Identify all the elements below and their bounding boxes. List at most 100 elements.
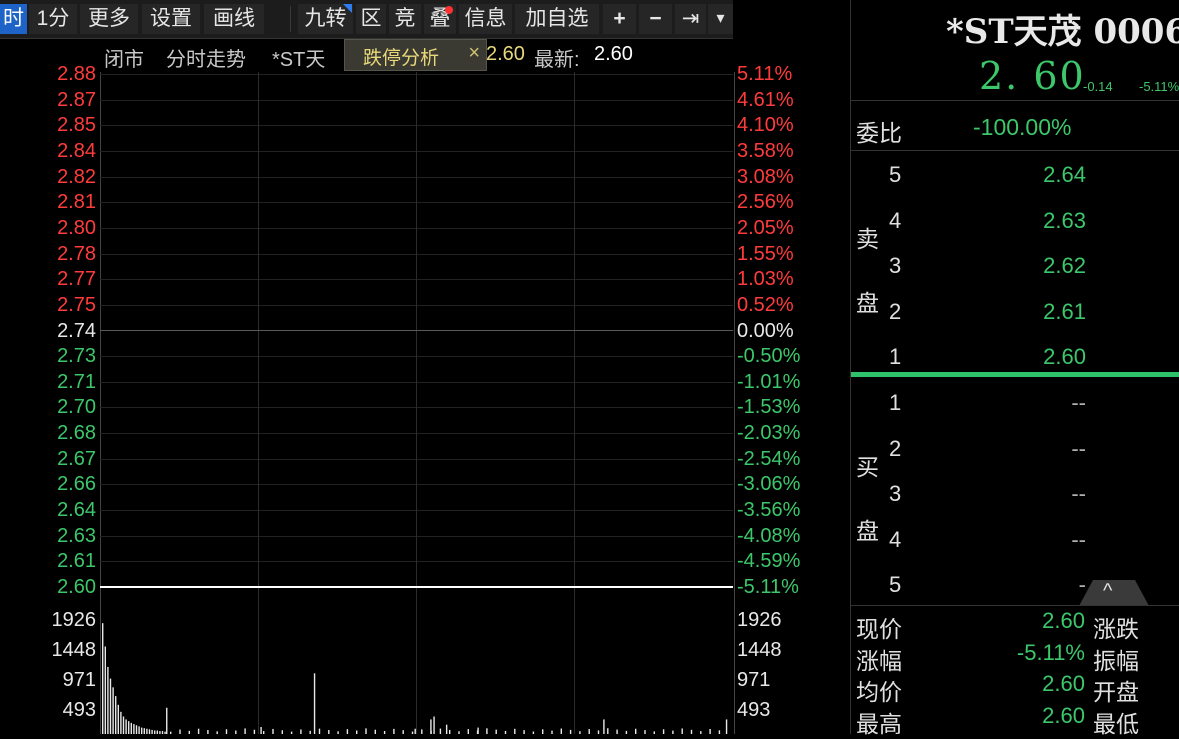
sell-level-price[interactable]: 2.60 [991,344,1086,370]
sell-level-number: 1 [889,344,902,369]
stat-label: 均价 [856,679,902,705]
volume-bar [117,704,119,734]
volume-bar [709,728,711,734]
buy-level-price[interactable]: - [991,572,1086,598]
volume-bar [346,729,349,734]
price-tick: 2.67 [57,447,96,470]
volume-bar [523,730,525,734]
sell-level-price[interactable]: 2.63 [991,208,1086,234]
volume-bar [112,687,114,734]
sell-level-price[interactable]: 2.62 [991,253,1086,279]
volume-bar [154,730,156,734]
stat-label-secondary: 最低 [1093,710,1139,737]
quote-panel: *ST天茂 00062 2. 60 -0.14 -5.11% 委比 -100.0… [850,0,1179,737]
price-tick: 2.87 [57,88,96,111]
volume-bar [260,727,262,734]
volume-bar [197,728,200,734]
sell-level-price[interactable]: 2.64 [991,162,1086,188]
auction-button[interactable]: 竞 [389,4,421,34]
volume-bar [681,728,683,734]
avg-price-value: 2.60 [486,43,525,65]
volume-bar [107,666,109,734]
price-tick: 2.71 [57,370,96,393]
volume-bar [486,728,488,734]
volume-bar [272,728,274,734]
more-button[interactable]: 更多 [80,4,138,34]
buy-level-price[interactable]: -- [991,527,1086,553]
price-tick: 2.88 [57,63,96,85]
percent-tick: -1.01% [737,370,801,393]
sell-level-price[interactable]: 2.61 [991,299,1086,325]
tab-intraday[interactable]: 时 [0,4,27,34]
price-tick: 2.63 [57,524,96,547]
price-change: -0.14 [1083,79,1113,94]
volume-bar [467,729,469,734]
buy-level-price[interactable]: -- [991,436,1086,462]
volume-bar [569,729,572,734]
volume-bar [690,729,693,734]
percent-tick: 2.05% [737,216,794,239]
volume-bar [725,719,728,734]
divider [851,150,1179,151]
volume-bar [514,728,516,734]
buy-level-price[interactable]: -- [991,481,1086,507]
tab-1min[interactable]: 1分 [29,4,77,34]
buy-level-number: 2 [889,435,902,461]
volume-bar [128,721,130,734]
volume-bar [449,729,451,734]
volume-chart [102,623,728,734]
volume-bar [179,729,181,734]
draw-line-button[interactable]: 画线 [204,4,264,34]
limit-down-analysis-popup[interactable]: 跌停分析 × [344,39,487,71]
stat-label: 现价 [856,616,902,642]
volume-bar [607,728,609,734]
zoom-out-button[interactable]: − [639,4,672,34]
percent-tick: 1.55% [737,242,794,265]
volume-bar [104,646,106,734]
previous-close-line [100,330,733,331]
buy-level-number: 5 [889,572,902,597]
divider [851,605,1179,606]
dropdown-icon[interactable]: ▾ [708,4,733,34]
volume-bar [495,729,497,734]
volume-tick: 971 [62,669,96,691]
volume-bar [300,729,302,734]
volume-bar [476,730,479,734]
add-watchlist-button[interactable]: 加自选 [515,4,599,34]
volume-bar [662,729,665,734]
volume-bar [166,707,168,734]
zoom-in-button[interactable]: + [603,4,636,34]
volume-bar [148,729,151,734]
volume-bar [253,729,256,734]
overlay-button[interactable]: 叠 [424,4,456,34]
volume-bar [328,729,330,734]
corner-flag-icon [343,4,352,13]
percent-tick: 5.11% [737,63,793,85]
collapse-tab[interactable]: ^ [1079,580,1149,606]
buy-level-price[interactable]: -- [991,390,1086,416]
percent-tick: 0.52% [737,293,794,316]
info-button[interactable]: 信息 [459,4,512,34]
settings-button[interactable]: 设置 [142,4,200,34]
price-tick: 2.81 [57,191,96,214]
volume-bar [143,728,145,734]
jump-end-icon[interactable]: ⇥ [675,4,706,34]
percent-tick: -5.11% [737,576,799,598]
sell-level-number: 4 [889,207,902,233]
percent-tick: -2.03% [737,422,801,445]
price-tick: 2.75 [57,293,96,316]
volume-bar [635,728,637,734]
volume-bar [156,730,158,734]
close-icon[interactable]: × [468,42,480,65]
percent-tick: -0.50% [737,345,801,368]
nine-turn-button[interactable]: 九转 [298,4,353,34]
price-tick: 2.61 [57,550,96,573]
toolbar-divider [290,6,291,32]
volume-tick: 1926 [51,609,97,631]
range-button[interactable]: 区 [356,4,386,34]
price-tick: 2.73 [57,345,96,368]
stat-value: 2.60 [1042,671,1085,696]
volume-bar [235,730,237,734]
price-tick: 2.85 [57,114,96,137]
volume-bar [616,729,618,734]
